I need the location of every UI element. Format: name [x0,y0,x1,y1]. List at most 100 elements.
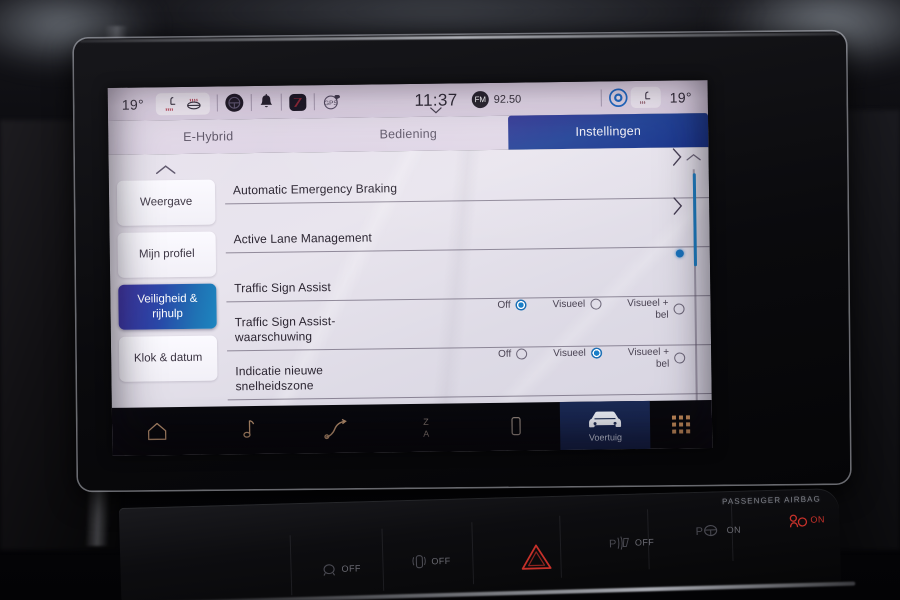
sidebar-item-mijn-profiel[interactable]: Mijn profiel [117,231,217,278]
navigation-route-icon [324,418,348,440]
notification-bell-icon[interactable] [259,93,274,111]
button-park-assist[interactable]: P OFF [607,533,655,552]
radio-group-new-speed-zone: Off Visueel Visueel + bel [498,346,686,389]
traffic-sign-assist-toggle[interactable] [675,249,684,258]
radio-label-line2: bel [655,358,670,370]
svg-text:GPS: GPS [324,99,338,106]
sidebar-item-label-line1: Veiligheid & [137,292,198,306]
chevron-up-icon [686,153,701,161]
dashboard-button-bar: PASSENGER AIRBAG OFF OFF P OFF P ON ON [118,487,856,600]
radio-status[interactable]: FM 92.50 [471,90,522,109]
sidebar-scroll-up-button[interactable] [117,158,215,181]
sidebar-item-label: Klok & datum [133,352,203,365]
home-icon [147,422,167,441]
radio-option-off[interactable]: Off [497,299,527,311]
setting-label: Indicatie nieuwe snelheidszone [235,363,323,393]
radio-dot-selected[interactable] [590,347,602,359]
bluetooth-status-icon[interactable] [608,88,628,108]
setting-row-traffic-sign-assist-waarschuwing[interactable]: Traffic Sign Assist- waarschuwing Off Vi… [226,296,712,352]
sidebar-item-label-line2: rijhulp [152,307,183,320]
radio-dot[interactable] [590,298,602,310]
seat-heater-right-icon[interactable] [186,95,202,111]
gps-icon[interactable]: GPS [322,92,342,110]
nav-item-media[interactable] [201,406,291,455]
status-divider [280,93,283,111]
sidebar-item-weergave[interactable]: Weergave [116,179,216,226]
tab-instellingen[interactable]: Instellingen [508,113,709,150]
button-hazard-lights[interactable] [520,542,553,571]
radio-label: Visueel [553,347,586,360]
tab-e-hybrid[interactable]: E-Hybrid [108,118,308,155]
chevron-up-icon [155,164,176,174]
tab-bediening[interactable]: Bediening [308,116,508,153]
seat-heater-passenger-icon[interactable] [630,86,661,109]
radio-dot[interactable] [516,348,528,360]
button-passenger-airbag-indicator[interactable]: ON [787,510,825,529]
nav-item-contacts[interactable]: Z A [381,403,471,452]
radio-dot[interactable] [673,303,685,315]
nav-item-home[interactable] [112,407,202,456]
chevron-down-icon[interactable] [430,106,443,113]
parking-sensor-rear-icon [412,555,426,569]
infotainment-screen[interactable]: 19° GPS 11:37 FM 92.50 19° E-Hybrid Bedi… [107,80,713,456]
setting-label: Active Lane Management [233,230,372,246]
chevron-right-icon[interactable] [672,196,683,220]
radio-dot[interactable] [674,352,686,364]
svg-text:P: P [609,538,617,550]
setting-row-traffic-sign-assist[interactable]: Traffic Sign Assist [225,247,711,303]
nav-item-label: Voertuig [588,432,623,443]
setting-row-active-lane-management[interactable]: Active Lane Management [225,196,710,254]
park-assist-icon: P [609,536,629,550]
nav-item-apps[interactable] [650,400,713,449]
phone-device-icon [510,417,521,436]
apps-grid-icon [671,415,691,434]
radio-option-off[interactable]: Off [498,348,528,360]
chevron-right-icon[interactable] [671,147,682,171]
setting-label-line2: snelheidszone [235,377,314,393]
radio-option-visueel-bel[interactable]: Visueel + bel [627,297,685,321]
scrollbar-thumb[interactable] [692,173,697,266]
scroll-up-button[interactable] [685,147,701,167]
button-label: ON [726,524,742,536]
status-divider [216,94,219,112]
radio-option-visueel[interactable]: Visueel [553,299,602,311]
button-label: OFF [431,555,451,566]
setting-label-line1: Traffic Sign Assist- [234,314,336,330]
radio-label: Visueel + bel [628,347,670,371]
status-right: 19° [594,86,700,109]
settings-body: Weergave Mijn profiel Veiligheid & rijhu… [108,147,713,456]
svg-text:A: A [423,429,429,439]
setting-row-automatic-emergency-braking[interactable]: Automatic Emergency Braking [224,147,710,205]
seat-heater-left-icon[interactable] [164,96,179,112]
nav-item-navigation[interactable] [291,404,381,453]
radio-label-line1: Visueel + [627,297,669,310]
setting-row-indicatie-nieuwe-snelheidszone[interactable]: Indicatie nieuwe snelheidszone Off Visue… [227,345,712,401]
button-parking-sensor-rear[interactable]: OFF [410,551,451,571]
nav-item-voertuig[interactable]: Voertuig [560,400,651,451]
button-lane-keep-steering[interactable]: P ON [694,521,742,540]
radio-option-visueel-bel[interactable]: Visueel + bel [628,346,686,370]
driver-temperature[interactable]: 19° [116,96,150,112]
sidebar-item-veiligheid-rijhulp[interactable]: Veiligheid & rijhulp [118,283,217,330]
media-app-icon[interactable] [289,93,307,111]
scrollbar-track[interactable] [692,169,699,427]
clock[interactable]: 11:37 [414,90,458,113]
status-divider [250,94,253,112]
radio-dot-selected[interactable] [515,299,527,311]
sidebar-item-label: Veiligheid & rijhulp [137,292,197,322]
contacts-az-icon: Z A [423,417,429,439]
radio-label: Visueel [552,298,586,311]
status-divider [313,93,316,111]
steering-wheel-heater-icon[interactable] [225,93,244,112]
passenger-temperature[interactable]: 19° [664,89,698,105]
radio-option-visueel[interactable]: Visueel [553,347,602,359]
hazard-triangle-icon [521,544,552,570]
climate-shortcut-chip[interactable] [155,92,211,115]
nav-item-phone-device[interactable] [470,402,560,451]
sidebar-item-klok-datum[interactable]: Klok & datum [118,335,218,382]
setting-label-line1: Indicatie nieuwe [235,363,324,379]
svg-text:Z: Z [423,417,429,427]
car-interior-photo: 19° GPS 11:37 FM 92.50 19° E-Hybrid Bedi… [0,0,900,600]
button-parking-sensor-front[interactable]: OFF [320,559,361,577]
button-label: OFF [341,562,361,574]
